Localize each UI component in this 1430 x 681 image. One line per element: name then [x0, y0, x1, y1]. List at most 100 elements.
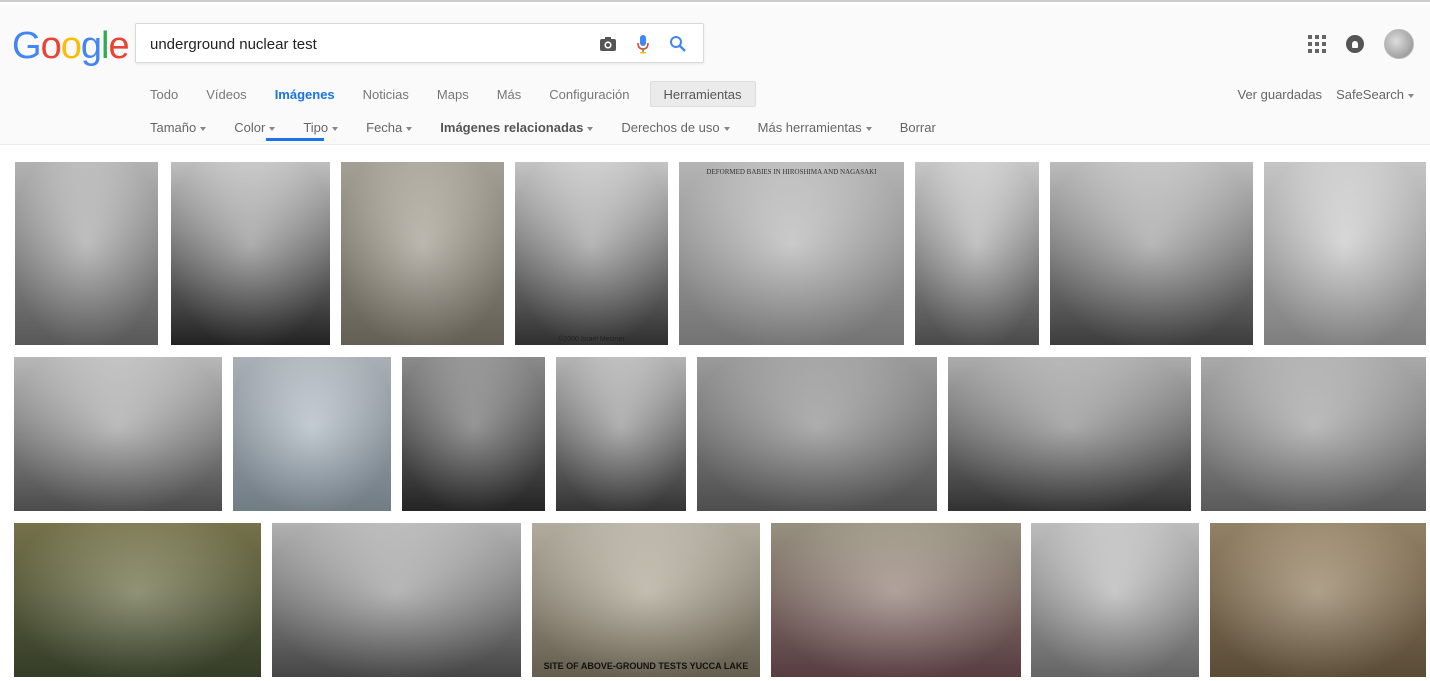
logo-letter: G [12, 25, 42, 67]
chevron-down-icon [865, 126, 872, 131]
chevron-down-icon [332, 126, 339, 131]
tab-settings[interactable]: Configuración [535, 81, 643, 107]
image-result[interactable] [171, 162, 330, 345]
image-result[interactable] [341, 162, 504, 345]
image-thumbnail [1031, 523, 1199, 677]
search-input[interactable]: underground nuclear test [150, 36, 317, 53]
logo-letter: o [60, 25, 82, 67]
image-result[interactable] [1264, 162, 1426, 345]
tools-bar: Tamaño Color Tipo Fecha Imágenes relacio… [150, 120, 964, 135]
image-result[interactable]: DEFORMED BABIES IN HIROSHIMA AND NAGASAK… [679, 162, 904, 345]
tool-label: Tipo [303, 120, 329, 135]
image-result[interactable] [1031, 523, 1199, 677]
image-thumbnail [1050, 162, 1253, 345]
image-thumbnail [1210, 523, 1426, 677]
tools-button[interactable]: Herramientas [649, 81, 756, 107]
image-thumbnail [402, 357, 545, 511]
image-result[interactable] [948, 357, 1191, 511]
image-thumbnail [515, 162, 668, 345]
image-thumbnail [15, 162, 158, 345]
image-result[interactable] [915, 162, 1039, 345]
google-logo[interactable]: Google [12, 25, 130, 68]
chevron-down-icon [723, 126, 730, 131]
account-controls [1308, 29, 1414, 59]
image-result[interactable] [697, 357, 937, 511]
tool-label: Imágenes relacionadas [440, 120, 584, 135]
tool-color[interactable]: Color [234, 120, 276, 135]
image-thumbnail [14, 357, 222, 511]
tab-news[interactable]: Noticias [349, 81, 423, 107]
image-result[interactable] [1201, 357, 1426, 511]
image-caption: ©2000 Israel Meizner [558, 336, 625, 343]
image-result[interactable]: SITE OF ABOVE-GROUND TESTS YUCCA LAKE [532, 523, 760, 677]
image-result[interactable] [771, 523, 1021, 677]
image-result[interactable] [233, 357, 391, 511]
chevron-down-icon [269, 126, 276, 131]
image-thumbnail [948, 357, 1191, 511]
image-result[interactable] [272, 523, 521, 677]
safesearch-label: SafeSearch [1336, 87, 1404, 102]
image-thumbnail [233, 357, 391, 511]
tool-more-tools[interactable]: Más herramientas [758, 120, 872, 135]
image-caption: SITE OF ABOVE-GROUND TESTS YUCCA LAKE [543, 661, 749, 671]
search-tabs: Todo Vídeos Imágenes Noticias Maps Más C… [136, 81, 756, 107]
notifications-icon[interactable] [1346, 35, 1364, 53]
image-thumbnail [272, 523, 521, 677]
tab-videos[interactable]: Vídeos [192, 81, 260, 107]
image-result[interactable] [1210, 523, 1426, 677]
logo-letter: l [100, 25, 110, 67]
image-thumbnail [771, 523, 1021, 677]
image-caption: DEFORMED BABIES IN HIROSHIMA AND NAGASAK… [706, 168, 877, 176]
tool-usage-rights[interactable]: Derechos de uso [621, 120, 730, 135]
tab-maps[interactable]: Maps [423, 81, 483, 107]
camera-icon[interactable] [596, 32, 620, 56]
tool-size[interactable]: Tamaño [150, 120, 207, 135]
header-right-links: Ver guardadas SafeSearch [1237, 87, 1414, 102]
image-thumbnail [171, 162, 330, 345]
apps-icon[interactable] [1308, 35, 1326, 53]
tab-todo[interactable]: Todo [136, 81, 192, 107]
logo-letter: e [108, 25, 129, 67]
image-thumbnail [679, 162, 904, 345]
image-result[interactable] [14, 523, 261, 677]
chevron-down-icon [587, 126, 594, 131]
chevron-down-icon [1408, 93, 1414, 98]
tool-label: Derechos de uso [621, 120, 720, 135]
tool-clear[interactable]: Borrar [900, 120, 936, 135]
image-result[interactable]: ©2000 Israel Meizner [515, 162, 668, 345]
image-thumbnail [341, 162, 504, 345]
tool-type[interactable]: Tipo [303, 120, 339, 135]
image-results-grid: ©2000 Israel Meizner DEFORMED BABIES IN H… [0, 145, 1430, 681]
tab-more[interactable]: Más [483, 81, 536, 107]
account-avatar[interactable] [1384, 29, 1414, 59]
safesearch-dropdown[interactable]: SafeSearch [1336, 87, 1414, 102]
tool-label: Más herramientas [757, 120, 862, 135]
image-thumbnail [14, 523, 261, 677]
tool-related-images[interactable]: Imágenes relacionadas [440, 120, 594, 135]
image-thumbnail [697, 357, 937, 511]
image-thumbnail [1201, 357, 1426, 511]
logo-letter: o [40, 25, 62, 67]
image-thumbnail [556, 357, 686, 511]
chevron-down-icon [200, 126, 207, 131]
tab-images[interactable]: Imágenes [261, 81, 349, 107]
image-result[interactable] [402, 357, 545, 511]
tool-label: Fecha [366, 120, 403, 135]
image-result[interactable] [15, 162, 158, 345]
search-box[interactable]: underground nuclear test [135, 23, 704, 63]
image-result[interactable] [556, 357, 686, 511]
image-thumbnail [1264, 162, 1426, 345]
tool-date[interactable]: Fecha [366, 120, 413, 135]
search-icon[interactable] [666, 32, 690, 56]
microphone-icon[interactable] [631, 32, 655, 56]
logo-letter: g [80, 25, 102, 67]
saved-link[interactable]: Ver guardadas [1237, 87, 1322, 102]
image-result[interactable] [1050, 162, 1253, 345]
tool-label: Color [234, 120, 266, 135]
active-tab-indicator [266, 138, 324, 141]
tool-label: Tamaño [150, 120, 197, 135]
image-thumbnail [915, 162, 1039, 345]
chevron-down-icon [406, 126, 413, 131]
image-result[interactable] [14, 357, 222, 511]
image-thumbnail [532, 523, 760, 677]
